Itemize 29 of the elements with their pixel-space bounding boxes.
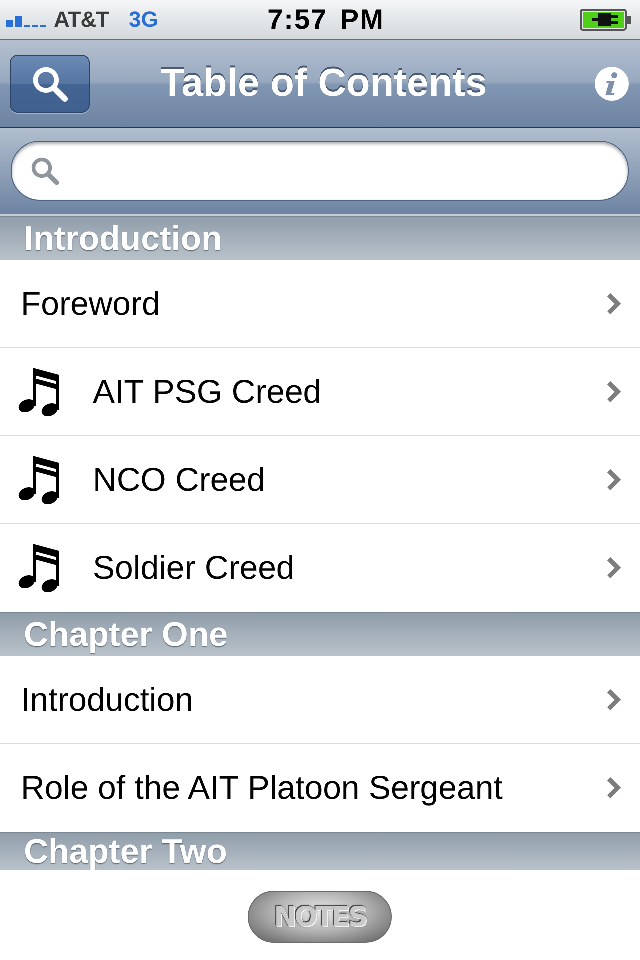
chevron-icon <box>606 380 622 404</box>
chevron-icon <box>606 468 622 492</box>
info-icon[interactable] <box>594 66 630 102</box>
music-note-icon <box>18 454 60 504</box>
search-icon <box>31 64 69 102</box>
chevron-icon <box>606 556 622 580</box>
search-button[interactable] <box>10 54 90 112</box>
section-title: Chapter Two <box>24 834 228 870</box>
status-time: 7:57 PM <box>266 4 384 36</box>
row-title: Introduction <box>21 680 194 718</box>
row-title: Soldier Creed <box>93 549 296 587</box>
chevron-icon <box>606 776 622 800</box>
music-note-icon <box>18 366 60 416</box>
notes-button[interactable]: NOTES <box>248 891 392 943</box>
network-type: 3G <box>129 6 158 32</box>
carrier-name: AT&T <box>54 6 110 32</box>
search-field[interactable] <box>11 141 629 201</box>
charging-battery-icon <box>580 8 632 30</box>
row-title: NCO Creed <box>93 460 266 498</box>
row-title: Role of the AIT Platoon Sergeant <box>21 769 504 807</box>
chevron-icon <box>606 688 622 712</box>
chevron-icon <box>606 292 622 316</box>
row-title: Foreword <box>21 284 162 322</box>
section-title: Introduction <box>24 220 222 256</box>
screen-title: Table of Contents <box>160 62 488 106</box>
row-title: AIT PSG Creed <box>93 372 323 410</box>
section-title: Chapter One <box>24 616 228 652</box>
search-icon <box>30 156 60 186</box>
music-note-icon <box>18 543 60 593</box>
